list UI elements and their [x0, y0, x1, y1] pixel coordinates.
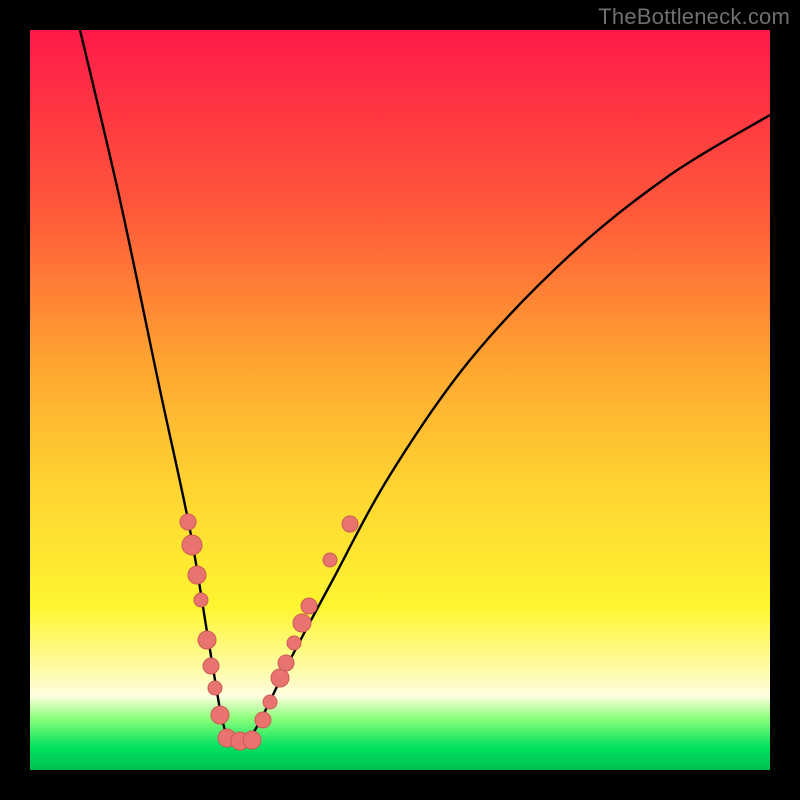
bottleneck-curve-svg [30, 30, 770, 770]
data-bead [255, 712, 271, 728]
data-bead [203, 658, 219, 674]
data-bead [271, 669, 289, 687]
data-bead [208, 681, 222, 695]
data-bead [293, 614, 311, 632]
data-bead [188, 566, 206, 584]
data-bead [211, 706, 229, 724]
data-bead [243, 731, 261, 749]
data-bead [263, 695, 277, 709]
bottleneck-curve [80, 30, 770, 740]
data-bead [342, 516, 358, 532]
beads-group [180, 514, 358, 750]
data-bead [301, 598, 317, 614]
data-bead [287, 636, 301, 650]
chart-frame: TheBottleneck.com [0, 0, 800, 800]
data-bead [278, 655, 294, 671]
data-bead [194, 593, 208, 607]
watermark-text: TheBottleneck.com [598, 4, 790, 30]
data-bead [182, 535, 202, 555]
data-bead [180, 514, 196, 530]
chart-plot-area [30, 30, 770, 770]
data-bead [198, 631, 216, 649]
data-bead [323, 553, 337, 567]
